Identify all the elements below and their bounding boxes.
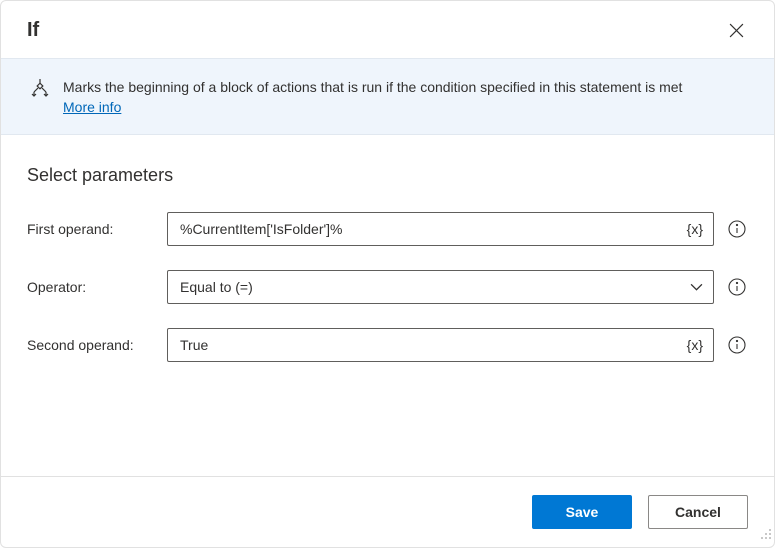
first-operand-input[interactable]	[168, 213, 677, 245]
first-operand-label: First operand:	[27, 221, 155, 237]
save-button[interactable]: Save	[532, 495, 632, 529]
banner-text: Marks the beginning of a block of action…	[63, 77, 682, 118]
info-icon	[728, 220, 746, 238]
resize-grip-icon[interactable]	[760, 527, 772, 545]
dialog-title: If	[27, 19, 39, 42]
info-icon	[728, 278, 746, 296]
info-banner: Marks the beginning of a block of action…	[1, 58, 774, 135]
second-operand-row: Second operand: {x}	[27, 328, 748, 362]
first-operand-input-wrap: {x}	[167, 212, 714, 246]
more-info-link[interactable]: More info	[63, 99, 121, 115]
second-operand-input-wrap: {x}	[167, 328, 714, 362]
operator-row: Operator: Equal to (=)	[27, 270, 748, 304]
second-operand-label: Second operand:	[27, 337, 155, 353]
section-title: Select parameters	[27, 165, 748, 186]
operator-select[interactable]: Equal to (=)	[167, 270, 714, 304]
cancel-button[interactable]: Cancel	[648, 495, 748, 529]
info-icon	[728, 336, 746, 354]
operator-label: Operator:	[27, 279, 155, 295]
content-area: Select parameters First operand: {x} Ope…	[1, 135, 774, 476]
first-operand-variable-button[interactable]: {x}	[677, 213, 713, 245]
close-icon	[729, 23, 744, 38]
condition-branch-icon	[31, 79, 49, 104]
chevron-down-icon	[680, 283, 713, 291]
operator-info-button[interactable]	[726, 276, 748, 298]
second-operand-info-button[interactable]	[726, 334, 748, 356]
operator-value: Equal to (=)	[168, 271, 680, 303]
second-operand-input[interactable]	[168, 329, 677, 361]
first-operand-row: First operand: {x}	[27, 212, 748, 246]
dialog-header: If	[1, 1, 774, 58]
banner-description: Marks the beginning of a block of action…	[63, 79, 682, 95]
second-operand-variable-button[interactable]: {x}	[677, 329, 713, 361]
first-operand-info-button[interactable]	[726, 218, 748, 240]
dialog-footer: Save Cancel	[1, 476, 774, 547]
close-button[interactable]	[723, 17, 750, 44]
